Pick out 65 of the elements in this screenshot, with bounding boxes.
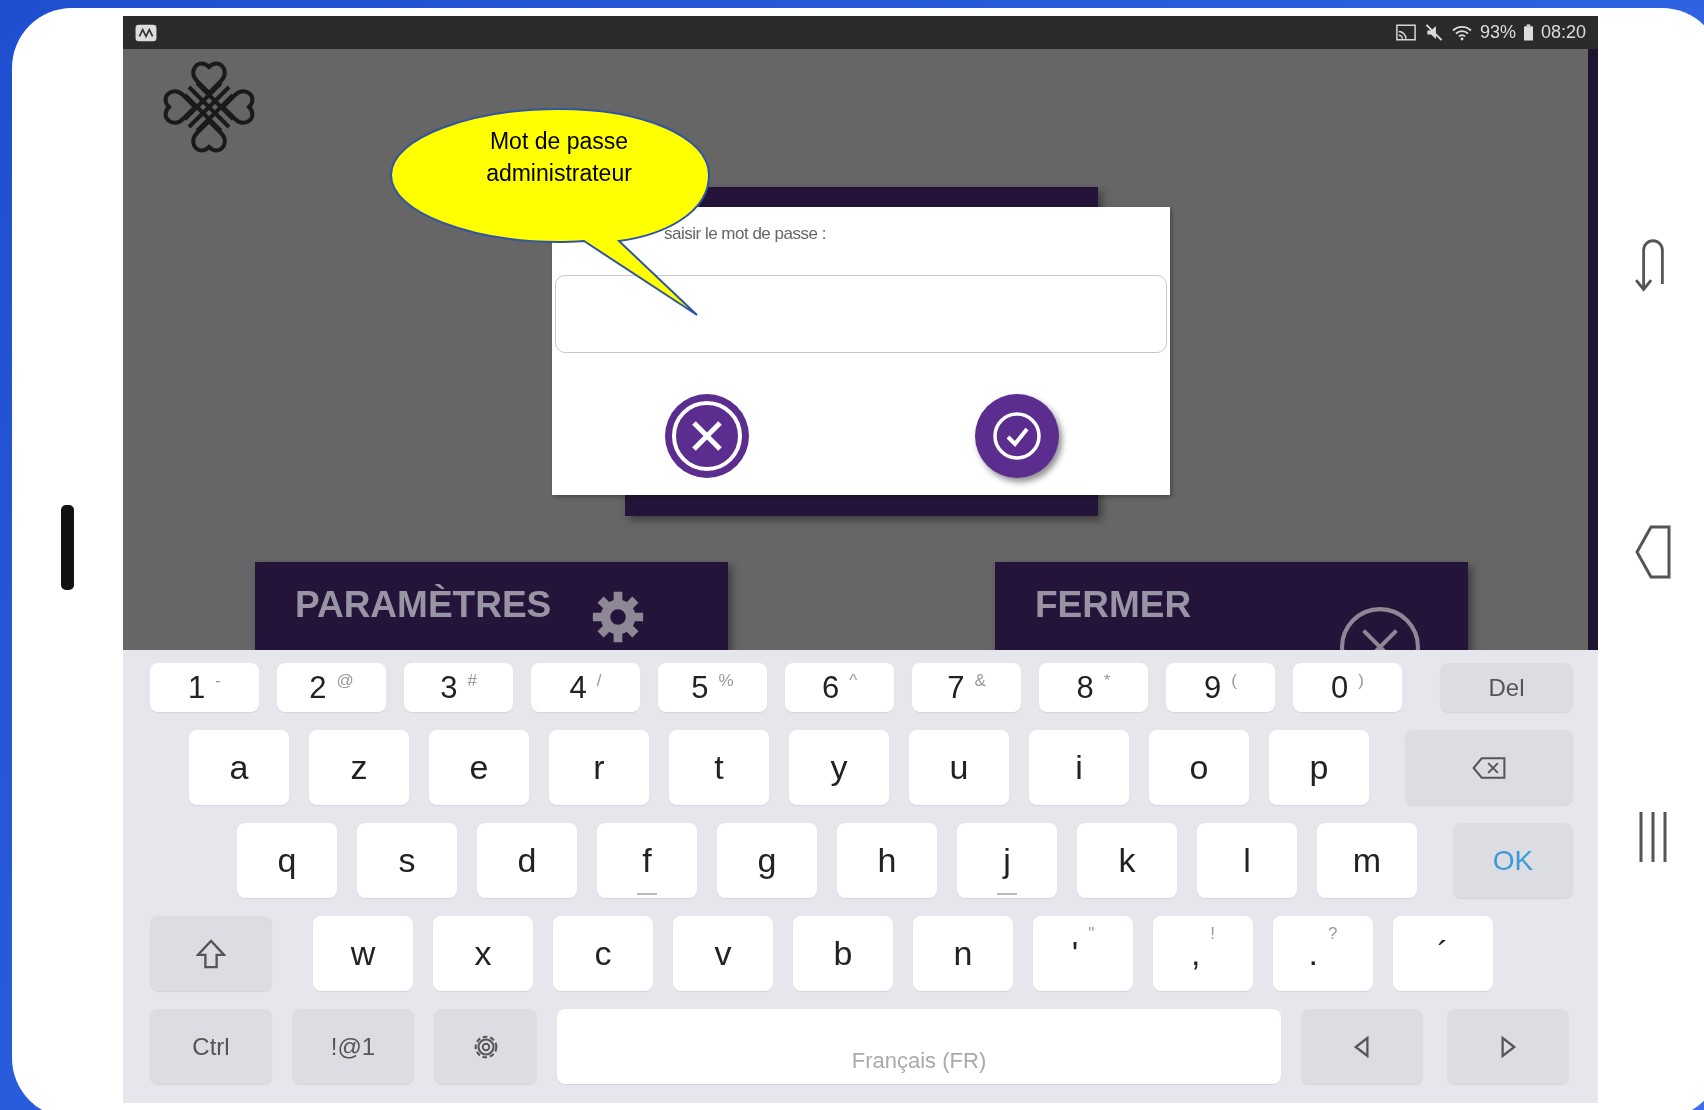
keyboard-key[interactable]: n [913,916,1013,991]
keyboard-key[interactable]: e [429,730,529,805]
keyboard-key[interactable]: m [1317,823,1417,898]
keyboard-key[interactable]: 8 * [1039,663,1148,712]
keyboard-key[interactable]: x [433,916,533,991]
keyboard-key[interactable]: 0 ) [1293,663,1402,712]
keyboard-key[interactable]: t [669,730,769,805]
keyboard-key[interactable]: v [673,916,773,991]
keyboard-key[interactable]: ' " [1033,916,1133,991]
confirm-button[interactable] [972,391,1062,481]
keyboard-key[interactable]: k [1077,823,1177,898]
keyboard-key[interactable]: !@1 [292,1009,414,1084]
battery-percent: 93% [1479,22,1516,43]
password-label: saisir le mot de passe : [663,223,827,245]
keyboard-key[interactable]: i [1029,730,1129,805]
tile-label: PARAMÈTRES [295,584,552,626]
keyboard-key[interactable]: u [909,730,1009,805]
keyboard-key[interactable]: . ? [1273,916,1373,991]
right-arrow-icon [1499,1035,1517,1058]
keyboard-key[interactable]: 7 & [912,663,1021,712]
keyboard-key[interactable]: h [837,823,937,898]
keyboard-key[interactable]: b [793,916,893,991]
mute-icon [1423,24,1444,41]
keyboard-key[interactable]: g [717,823,817,898]
clock-time: 08:20 [1540,22,1586,43]
cast-icon [1395,24,1416,41]
keyboard-key[interactable]: l [1197,823,1297,898]
keyboard-key[interactable]: j [957,823,1057,898]
password-field[interactable] [555,275,1167,353]
app-icon [135,23,157,42]
keyboard-key[interactable]: w [313,916,413,991]
keyboard-key[interactable]: p [1269,730,1369,805]
keyboard-key[interactable]: 3 # [404,663,513,712]
keyboard-key[interactable]: , ! [1153,916,1253,991]
wifi-icon [1451,24,1472,41]
keyboard-key[interactable]: 9 ( [1166,663,1275,712]
keyboard-key[interactable]: 1 - [150,663,259,712]
keyboard-key[interactable]: a [189,730,289,805]
keyboard-key[interactable]: 6 ^ [785,663,894,712]
keyboard-key[interactable]: c [553,916,653,991]
keyboard-key[interactable]: 4 / [531,663,640,712]
keyboard-key[interactable]: f [597,823,697,898]
backspace-icon [1472,754,1506,781]
keyboard-key[interactable]: Ctrl [150,1009,272,1084]
left-arrow-icon [1353,1035,1371,1058]
menu-tile[interactable]: FERMER [995,562,1468,650]
keyboard-key[interactable]: d [477,823,577,898]
keyboard-key[interactable]: Del [1440,663,1573,712]
keyboard-key[interactable]: o [1149,730,1249,805]
keyboard-key[interactable]: y [789,730,889,805]
keyboard-key[interactable]: s [357,823,457,898]
keyboard-key[interactable] [150,916,272,991]
battery-icon [1523,24,1533,41]
callout-text: Mot de passe administrateur [485,127,633,188]
tile-label: FERMER [1035,584,1192,626]
menu-tile[interactable]: PARAMÈTRES [255,562,728,650]
keyboard-key[interactable]: 5 % [658,663,767,712]
keyboard-key[interactable]: r [549,730,649,805]
keyboard-key[interactable]: q [237,823,337,898]
keyboard-key[interactable]: z [309,730,409,805]
shift-icon [196,938,226,969]
keyboard-key[interactable] [434,1009,537,1084]
keyboard-key[interactable]: 2 @ [277,663,386,712]
keyboard-key[interactable]: ´ [1393,916,1493,991]
cancel-button[interactable] [662,391,752,481]
